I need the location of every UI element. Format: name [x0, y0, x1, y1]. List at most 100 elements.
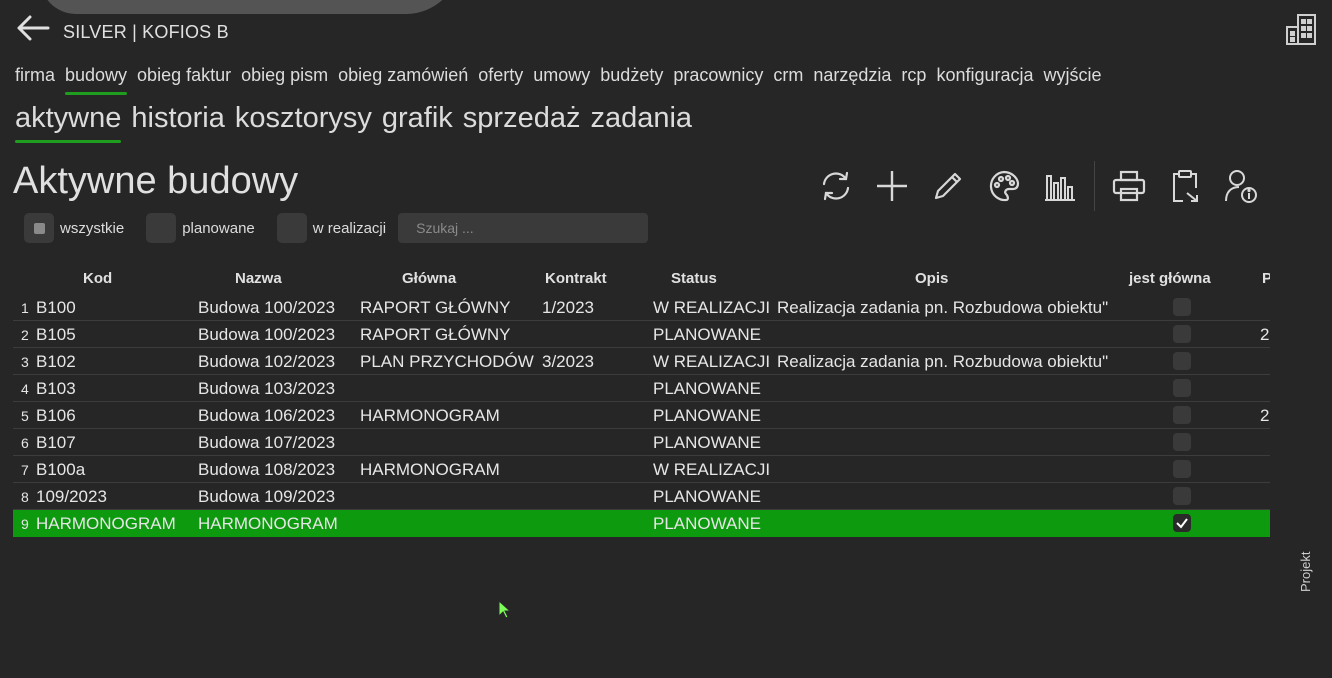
menu-item-3[interactable]: obieg pism [241, 65, 328, 92]
jest-glowna-checkbox[interactable] [1173, 487, 1191, 505]
column-header-opis[interactable]: Opis [915, 270, 948, 287]
app-title: SILVER | KOFIOS B [63, 22, 229, 42]
filter-in-progress-checkbox[interactable] [276, 213, 307, 243]
table-row[interactable]: 8 109/2023 Budowa 109/2023 PLANOWANE [13, 483, 1270, 510]
jest-glowna-checkbox[interactable] [1173, 379, 1191, 397]
cell-kod: B100a [36, 460, 86, 479]
column-header-nazwa[interactable]: Nazwa [235, 270, 282, 287]
title-bar-decoration [40, 0, 460, 14]
cell-status: W REALIZACJI [653, 352, 771, 371]
submenu-item-1[interactable]: historia [131, 102, 225, 139]
cell-status: PLANOWANE [653, 379, 762, 398]
cell-num: 8 [21, 489, 29, 505]
search-input[interactable] [398, 213, 649, 243]
cell-kontrakt: 3/2023 [542, 352, 594, 371]
print-icon[interactable] [1109, 166, 1149, 206]
add-icon[interactable] [872, 166, 912, 206]
table-row[interactable]: 9 HARMONOGRAM HARMONOGRAM PLANOWANE [13, 510, 1270, 537]
menu-item-8[interactable]: pracownicy [673, 65, 763, 92]
column-header-jest-glowna[interactable]: jest główna [1129, 270, 1211, 287]
refresh-icon[interactable] [816, 166, 856, 206]
jest-glowna-checkbox[interactable] [1173, 406, 1191, 424]
submenu-item-4[interactable]: sprzedaż [463, 102, 581, 139]
cell-num: 9 [21, 516, 29, 532]
side-tab-projekt[interactable]: Projekt [1298, 542, 1313, 592]
status-filters: wszystkie planowane w realizacji [24, 213, 649, 243]
jest-glowna-checkbox[interactable] [1173, 514, 1191, 532]
menu-item-9[interactable]: crm [773, 65, 803, 92]
menu-item-13[interactable]: wyjście [1044, 65, 1102, 92]
submenu-item-3[interactable]: grafik [382, 102, 453, 139]
toolbar [816, 160, 1277, 212]
cell-nazwa: Budowa 102/2023 [198, 352, 336, 371]
menu-item-2[interactable]: obieg faktur [137, 65, 231, 92]
filter-planned-checkbox[interactable] [146, 213, 177, 243]
table-row[interactable]: 3 B102 Budowa 102/2023 PLAN PRZYCHODÓW 3/202… [13, 348, 1270, 375]
jest-glowna-checkbox[interactable] [1173, 460, 1191, 478]
menu-item-7[interactable]: budżety [600, 65, 663, 92]
cell-num: 2 [21, 327, 29, 343]
menu-item-10[interactable]: narzędzia [813, 65, 891, 92]
jest-glowna-checkbox[interactable] [1173, 298, 1191, 316]
cell-nazwa: Budowa 100/2023 [198, 298, 336, 317]
cell-kod: B102 [36, 352, 76, 371]
cell-num: 7 [21, 462, 29, 478]
table-row[interactable]: 2 B105 Budowa 100/2023 RAPORT GŁÓWNY PLANOWA… [13, 321, 1270, 348]
cell-kod: B107 [36, 433, 76, 452]
menu-item-11[interactable]: rcp [901, 65, 926, 92]
cell-nazwa: Budowa 100/2023 [198, 325, 336, 344]
cell-kod: B105 [36, 325, 76, 344]
sub-menu: aktywne historia kosztorysy grafik sprzedaż z… [15, 102, 702, 143]
cell-kod: HARMONOGRAM [36, 514, 176, 533]
filter-planned-label: planowane [182, 219, 255, 237]
menu-item-0[interactable]: firma [15, 65, 55, 92]
cell-kod: 109/2023 [36, 487, 107, 506]
column-header-kontrakt[interactable]: Kontrakt [545, 270, 607, 287]
table-row[interactable]: 5 B106 Budowa 106/2023 HARMONOGRAM PLANOWANE… [13, 402, 1270, 429]
submenu-item-0[interactable]: aktywne [15, 102, 122, 143]
cell-num: 1 [21, 300, 29, 316]
table-row[interactable]: 7 B100a Budowa 108/2023 HARMONOGRAM W REALIZ… [13, 456, 1270, 483]
cell-glowna: PLAN PRZYCHODÓW [360, 352, 534, 371]
cell-kod: B100 [36, 298, 76, 317]
jest-glowna-checkbox[interactable] [1173, 325, 1191, 343]
edit-icon[interactable] [928, 166, 968, 206]
cell-status: W REALIZACJI [653, 298, 771, 317]
cell-nazwa: Budowa 108/2023 [198, 460, 336, 479]
menu-item-6[interactable]: umowy [533, 65, 590, 92]
clipboard-export-icon[interactable] [1165, 166, 1205, 206]
table-row[interactable]: 1 B100 Budowa 100/2023 RAPORT GŁÓWNY 1/2023 W… [13, 294, 1270, 321]
menu-item-4[interactable]: obieg zamówień [338, 65, 468, 92]
filter-all-checkbox[interactable] [24, 213, 54, 243]
cell-nazwa: Budowa 103/2023 [198, 379, 336, 398]
cell-glowna: RAPORT GŁÓWNY [360, 325, 511, 344]
back-arrow-icon[interactable] [16, 14, 50, 42]
user-info-icon[interactable] [1221, 166, 1261, 206]
submenu-item-2[interactable]: kosztorysy [235, 102, 372, 139]
column-header-p[interactable]: P [1262, 270, 1270, 287]
submenu-item-5[interactable]: zadania [590, 102, 692, 139]
column-header-kod[interactable]: Kod [83, 270, 112, 287]
chart-icon[interactable] [1040, 166, 1080, 206]
mouse-cursor-icon [498, 599, 512, 625]
menu-item-1[interactable]: budowy [65, 65, 128, 95]
cell-glowna: RAPORT GŁÓWNY [360, 298, 511, 317]
table-body: 1 B100 Budowa 100/2023 RAPORT GŁÓWNY 1/2023 W… [13, 294, 1270, 537]
projects-table: Kod Nazwa Główna Kontrakt Status Opis je… [13, 264, 1270, 554]
cell-num: 4 [21, 381, 29, 397]
jest-glowna-checkbox[interactable] [1173, 352, 1191, 370]
filter-all-label: wszystkie [60, 219, 125, 237]
table-row[interactable]: 4 B103 Budowa 103/2023 PLANOWANE [13, 375, 1270, 402]
column-header-status[interactable]: Status [671, 270, 717, 287]
toolbar-divider [1094, 161, 1095, 211]
cell-p: 2( [1260, 325, 1270, 344]
column-header-glowna[interactable]: Główna [402, 270, 456, 287]
cell-glowna: HARMONOGRAM [360, 460, 500, 479]
jest-glowna-checkbox[interactable] [1173, 433, 1191, 451]
table-row[interactable]: 6 B107 Budowa 107/2023 PLANOWANE [13, 429, 1270, 456]
menu-item-5[interactable]: oferty [478, 65, 523, 92]
menu-item-12[interactable]: konfiguracja [936, 65, 1033, 92]
building-icon[interactable] [1284, 12, 1318, 46]
palette-icon[interactable] [984, 166, 1024, 206]
page-title: Aktywne budowy [13, 160, 299, 202]
